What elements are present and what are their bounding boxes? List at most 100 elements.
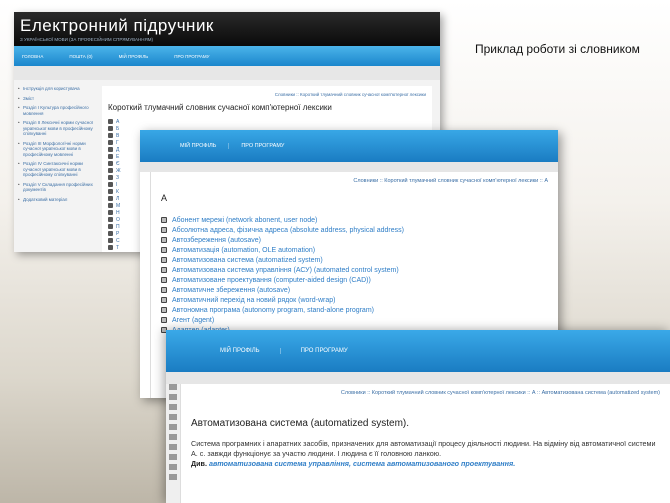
entry-icon [169,474,177,480]
main-nav: Мій профіль Про програму [166,330,670,372]
dictionary-entry[interactable]: Агент (agent) [161,315,548,325]
sidebar-item-section-1[interactable]: Розділ I Культура професійного мовлення [18,105,98,116]
sidebar-item-instructions[interactable]: Інструкція для користувача [18,86,98,92]
dictionary-entry[interactable]: Автоматизація (automation, OLE automatio… [161,245,548,255]
entry-link[interactable]: Автоматизація (automation, OLE automatio… [172,247,315,254]
nav-divider [14,66,440,80]
sidebar-item-contents[interactable]: Зміст [18,96,98,102]
letter-label: Г [116,139,119,146]
entry-icon [169,404,177,410]
book-icon [108,189,113,194]
sidebar-item-extra[interactable]: Додатковий матеріал [18,197,98,203]
dictionary-entry[interactable]: Автономна програма (autonomy program, st… [161,305,548,315]
nav-profile[interactable]: Мій профіль [119,54,149,59]
letter-label: Н [116,209,120,216]
dictionary-entry[interactable]: Автоматизоване проектування (computer-ai… [161,275,548,285]
breadcrumb[interactable]: Словники :: Короткий тлумачний словник с… [161,178,548,184]
book-icon [108,203,113,208]
letter-heading: А [161,193,168,203]
entry-list: Абонент мережі (network abonent, user no… [161,215,548,335]
nav-profile[interactable]: Мій профіль [200,348,280,354]
sidebar-item-section-2[interactable]: Розділ II Лексичні норми сучасної україн… [18,120,98,137]
book-icon [108,231,113,236]
entry-link[interactable]: Абсолютна адреса, фізична адреса (absolu… [172,227,404,234]
breadcrumb[interactable]: Словники :: Короткий тлумачний словник с… [108,92,426,97]
book-icon [161,217,167,223]
book-icon [161,247,167,253]
entry-link[interactable]: Автоматичний перехід на новий рядок (wor… [172,297,335,304]
term-window: Мій профіль Про програму Словники :: Кор… [166,330,670,503]
book-icon [108,224,113,229]
entry-link[interactable]: Абонент мережі (network abonent, user no… [172,217,317,224]
breadcrumb[interactable]: Словники :: Короткий тлумачний словник с… [191,390,660,396]
page-title: Короткий тлумачний словник сучасної комп… [108,103,332,112]
sidebar-item-section-3[interactable]: Розділ III Морфологічні норми сучасної у… [18,141,98,158]
entry-link[interactable]: Агент (agent) [172,317,214,324]
book-icon [108,119,113,124]
book-icon [108,182,113,187]
book-icon [108,217,113,222]
main-nav: Мій профіль Про програму [140,130,558,162]
book-icon [108,210,113,215]
dictionary-entry[interactable]: Автоматичне збереження (autosave) [161,285,548,295]
term-article: Словники :: Короткий тлумачний словник с… [180,384,670,503]
letter-label: Д [116,146,120,153]
entry-link[interactable]: Автозбереження (autosave) [172,237,261,244]
book-icon [161,317,167,323]
book-icon [108,147,113,152]
see-also-label: Див. [191,459,207,468]
letter-label: Т [116,244,120,251]
book-icon [161,267,167,273]
dictionary-entry[interactable]: Автоматизована система (automatized syst… [161,255,548,265]
site-header: Електронний підручник з української мови… [14,12,440,46]
see-also-links[interactable]: автоматизована система управління, систе… [209,459,515,468]
book-icon [108,161,113,166]
book-icon [108,126,113,131]
term-title: Автоматизована система (automatized syst… [191,418,410,429]
sidebar: Інструкція для користувача Зміст Розділ … [18,86,98,206]
entry-link[interactable]: Автоматизована система управління (АСУ) … [172,267,399,274]
sidebar-item-section-5[interactable]: Розділ V Складання професійних документі… [18,182,98,193]
book-icon [108,245,113,250]
sidebar-item-section-4[interactable]: Розділ IV Синтаксичні норми сучасної укр… [18,161,98,178]
site-title: Електронний підручник [20,16,214,35]
letter-label: Р [116,230,120,237]
book-icon [161,307,167,313]
nav-mail[interactable]: Пошта (0) [69,54,92,59]
letter-label: П [116,223,120,230]
book-icon [161,297,167,303]
book-icon [161,277,167,283]
entry-icon [169,394,177,400]
dictionary-entry[interactable]: Автоматичний перехід на новий рядок (wor… [161,295,548,305]
nav-about[interactable]: Про програму [279,348,368,354]
book-icon [108,238,113,243]
letter-link[interactable]: А [108,118,426,125]
nav-divider [166,372,670,384]
entry-icon [169,414,177,420]
dictionary-entry[interactable]: Абонент мережі (network abonent, user no… [161,215,548,225]
dictionary-entry[interactable]: Автоматизована система управління (АСУ) … [161,265,548,275]
book-icon [161,227,167,233]
letter-label: К [116,188,119,195]
letter-label: Ж [116,167,121,174]
nav-about[interactable]: Про програму [174,54,209,59]
dictionary-entry[interactable]: Абсолютна адреса, фізична адреса (absolu… [161,225,548,235]
letter-label: В [116,132,120,139]
entry-link[interactable]: Автоматизоване проектування (computer-ai… [172,277,371,284]
letter-label: А [116,118,120,125]
nav-home[interactable]: Головна [22,54,43,59]
letter-label: І [116,181,118,188]
main-nav: Головна Пошта (0) Мій профіль Про програ… [14,46,440,66]
nav-profile[interactable]: Мій профіль [168,143,228,149]
letter-label: С [116,237,120,244]
letter-label: М [116,202,121,209]
site-subtitle: з української мови (за професійним спрям… [20,37,153,42]
entry-link[interactable]: Автоматичне збереження (autosave) [172,287,290,294]
letter-label: Б [116,125,120,132]
dictionary-entry[interactable]: Автозбереження (autosave) [161,235,548,245]
term-definition: Система програмних і апаратних засобів, … [191,439,656,458]
entry-link[interactable]: Автоматизована система (automatized syst… [172,257,323,264]
nav-about[interactable]: Про програму [228,143,296,149]
entry-icon [169,384,177,390]
entry-link[interactable]: Автономна програма (autonomy program, st… [172,307,374,314]
